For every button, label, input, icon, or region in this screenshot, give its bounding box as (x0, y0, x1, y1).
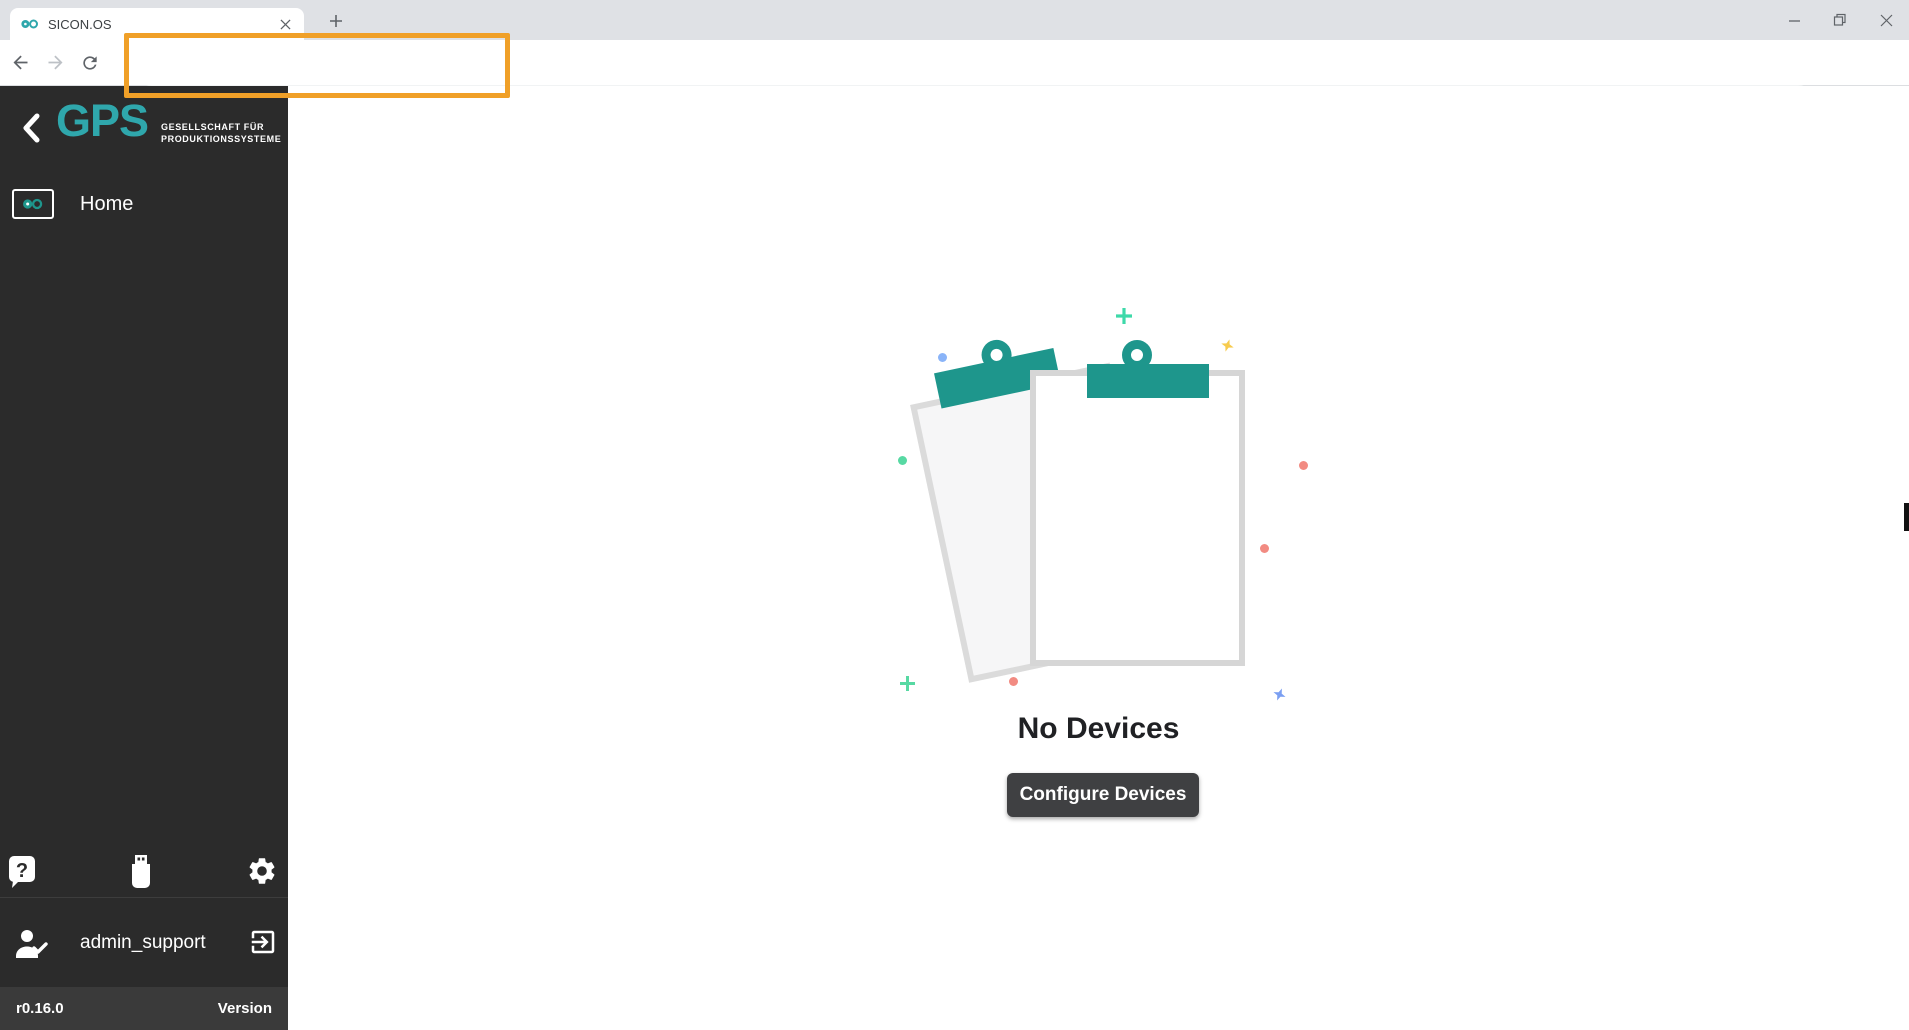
minimize-icon[interactable] (1771, 0, 1817, 40)
front-clipboard (1030, 340, 1245, 670)
screen-edge-cursor-mark (1904, 503, 1909, 531)
gps-logo: GPS (56, 98, 148, 143)
confetti-sparkle (1271, 686, 1288, 703)
tab-title: SICON.OS (48, 17, 276, 32)
reload-icon[interactable] (80, 53, 100, 73)
sidebar-divider (0, 897, 288, 898)
user-row[interactable]: admin_support (0, 920, 288, 972)
new-tab-button[interactable] (324, 9, 348, 33)
settings-gear-icon[interactable] (246, 855, 278, 887)
confetti-dot (1299, 461, 1308, 470)
sidebar-collapse-icon[interactable] (14, 108, 48, 148)
help-icon[interactable]: ? (6, 853, 38, 891)
forward-icon[interactable] (45, 52, 66, 73)
confetti-dot (1260, 544, 1269, 553)
version-value: r0.16.0 (16, 1000, 64, 1017)
main-content: No Devices Configure Devices (288, 86, 1909, 1030)
confetti-dot (898, 456, 907, 465)
configure-devices-button[interactable]: Configure Devices (1007, 773, 1199, 817)
sidebar-item-label: Home (80, 193, 133, 216)
browser-titlebar: SICON.OS (0, 0, 1909, 40)
confetti-plus (900, 676, 915, 691)
usb-icon[interactable] (128, 853, 154, 891)
sidebar-utility-row: ? (0, 851, 288, 895)
svg-text:?: ? (16, 860, 28, 882)
logout-icon[interactable] (248, 927, 278, 957)
sicon-favicon-icon (20, 17, 40, 31)
version-label: Version (218, 1000, 272, 1017)
admin-user-icon (14, 928, 48, 958)
tab-close-icon[interactable] (276, 15, 294, 33)
user-name: admin_support (80, 932, 206, 954)
gps-logo-subtitle: GESELLSCHAFT FÜR PRODUKTIONSSYSTEME (161, 121, 281, 145)
window-controls (1771, 0, 1909, 40)
browser-toolbar: Not secure siconos-cb9b.local/devices S (0, 40, 1909, 86)
version-bar: r0.16.0 Version (0, 987, 288, 1030)
restore-icon[interactable] (1817, 0, 1863, 40)
sidebar-item-home[interactable]: Home (0, 182, 288, 226)
home-sicon-icon (12, 189, 54, 219)
back-icon[interactable] (10, 52, 31, 73)
empty-state-title: No Devices (288, 712, 1909, 746)
confetti-plus (1116, 308, 1132, 324)
sidebar: GPS GESELLSCHAFT FÜR PRODUKTIONSSYSTEME … (0, 86, 288, 1030)
browser-tab[interactable]: SICON.OS (10, 8, 304, 40)
close-window-icon[interactable] (1863, 0, 1909, 40)
